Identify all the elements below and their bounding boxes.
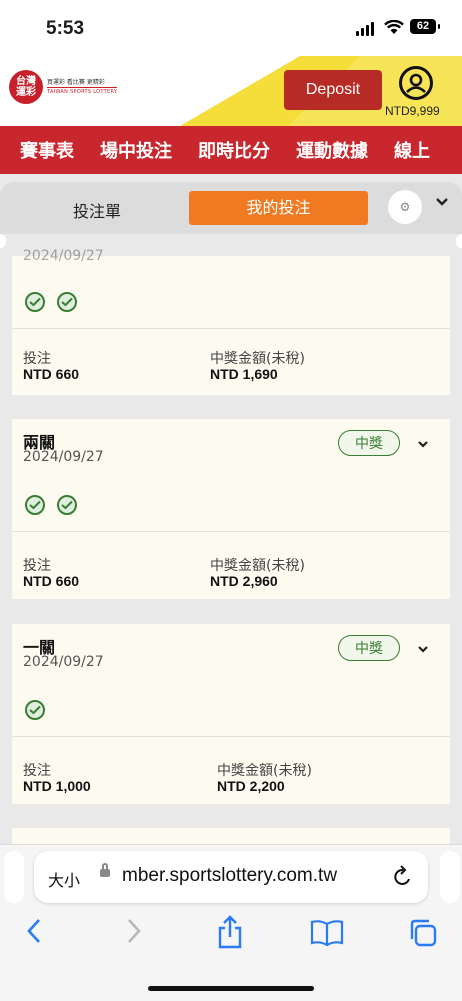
browser-toolbar: 大小 mber.sportslottery.com.tw bbox=[0, 844, 462, 1001]
bet-card bbox=[12, 828, 450, 844]
check-icon bbox=[25, 292, 45, 312]
home-indicator bbox=[148, 986, 314, 991]
deposit-button[interactable]: Deposit bbox=[284, 70, 382, 110]
bet-card[interactable]: 兩關 2024/09/27 中獎 投注 NTD 660 中獎金額(未稅) NTD… bbox=[12, 419, 450, 599]
payout-value: NTD 2,200 bbox=[217, 778, 285, 794]
stake-label: 投注 bbox=[23, 351, 51, 367]
bet-date: 2024/09/27 bbox=[23, 248, 104, 264]
settings-icon[interactable]: ⚙ bbox=[388, 190, 422, 224]
back-icon[interactable] bbox=[24, 917, 44, 945]
battery-icon: 62 bbox=[410, 19, 440, 34]
payout-label: 中獎金額(未稅) bbox=[217, 763, 312, 779]
logo-english-name: TAIWAN SPORTS LOTTERY bbox=[47, 86, 118, 95]
stake-value: NTD 1,000 bbox=[23, 778, 91, 794]
main-nav: 賽事表 場中投注 即時比分 運動數據 線上 bbox=[0, 126, 462, 174]
nav-item-live-scores[interactable]: 即時比分 bbox=[198, 137, 270, 163]
check-icon bbox=[25, 700, 45, 720]
taiwan-sports-lottery-logo[interactable]: 台灣 運彩 買運彩 看比賽 更精彩 TAIWAN SPORTS LOTTERY bbox=[9, 70, 118, 104]
next-tab-pill[interactable] bbox=[440, 851, 460, 903]
reload-icon[interactable] bbox=[392, 865, 414, 889]
check-icon bbox=[57, 495, 77, 515]
url-text[interactable]: mber.sportslottery.com.tw bbox=[122, 865, 337, 887]
prev-tab-pill[interactable] bbox=[4, 851, 24, 903]
stake-label: 投注 bbox=[23, 763, 51, 779]
share-icon[interactable] bbox=[216, 915, 244, 949]
account-icon[interactable] bbox=[399, 66, 433, 100]
bet-card: 2024/09/27 投注 NTD 660 中獎金額(未稅) NTD 1,690 bbox=[12, 248, 450, 395]
divider bbox=[12, 328, 450, 329]
account-balance: NTD9,999 bbox=[385, 104, 440, 118]
nav-item-sports-data[interactable]: 運動數據 bbox=[296, 137, 368, 163]
payout-value: NTD 1,690 bbox=[210, 366, 278, 382]
address-bar[interactable]: 大小 mber.sportslottery.com.tw bbox=[34, 851, 428, 903]
lock-icon bbox=[100, 863, 110, 877]
bet-card[interactable]: 一關 2024/09/27 中獎 投注 NTD 1,000 中獎金額(未稅) N… bbox=[12, 624, 450, 804]
panel-notch-right bbox=[456, 234, 462, 248]
payout-value: NTD 2,960 bbox=[210, 573, 278, 589]
divider bbox=[12, 531, 450, 532]
bet-date: 2024/09/27 bbox=[23, 449, 104, 465]
forward-icon[interactable] bbox=[124, 917, 144, 945]
chevron-down-icon[interactable] bbox=[416, 437, 430, 451]
tabs-icon[interactable] bbox=[408, 918, 438, 948]
win-badge: 中獎 bbox=[338, 635, 400, 661]
stake-label: 投注 bbox=[23, 558, 51, 574]
divider bbox=[12, 736, 450, 737]
wifi-icon bbox=[384, 20, 404, 34]
payout-label: 中獎金額(未稅) bbox=[210, 351, 305, 367]
logo-tagline: 買運彩 看比賽 更精彩 bbox=[47, 78, 105, 86]
check-icon bbox=[25, 495, 45, 515]
payout-label: 中獎金額(未稅) bbox=[210, 558, 305, 574]
nav-item-online[interactable]: 線上 bbox=[394, 137, 430, 163]
win-badge: 中獎 bbox=[338, 430, 400, 456]
site-header: 台灣 運彩 買運彩 看比賽 更精彩 TAIWAN SPORTS LOTTERY D… bbox=[0, 56, 462, 126]
clock: 5:53 bbox=[46, 18, 85, 39]
bet-date: 2024/09/27 bbox=[23, 654, 104, 670]
status-bar: 5:53 62 bbox=[0, 0, 462, 56]
bet-panel: 投注單 我的投注 ⚙ 2024/09/27 投注 NTD 660 中獎金額(未稅… bbox=[0, 174, 462, 844]
chevron-down-icon[interactable] bbox=[416, 642, 430, 656]
nav-item-live-betting[interactable]: 場中投注 bbox=[100, 137, 172, 163]
nav-item-schedule[interactable]: 賽事表 bbox=[20, 137, 74, 163]
logo-seal: 台灣 運彩 bbox=[9, 70, 43, 104]
bet-tabs: 投注單 我的投注 ⚙ bbox=[0, 182, 462, 234]
tab-betslip[interactable]: 投注單 bbox=[60, 198, 134, 222]
stake-value: NTD 660 bbox=[23, 573, 80, 589]
check-icon bbox=[57, 292, 77, 312]
cellular-signal-icon bbox=[356, 22, 374, 36]
panel-notch-left bbox=[0, 234, 6, 248]
chevron-down-icon[interactable] bbox=[432, 192, 452, 212]
bookmarks-icon[interactable] bbox=[310, 919, 344, 947]
text-size-button[interactable]: 大小 bbox=[48, 867, 80, 891]
stake-value: NTD 660 bbox=[23, 366, 80, 382]
tab-my-bets[interactable]: 我的投注 bbox=[189, 191, 368, 225]
